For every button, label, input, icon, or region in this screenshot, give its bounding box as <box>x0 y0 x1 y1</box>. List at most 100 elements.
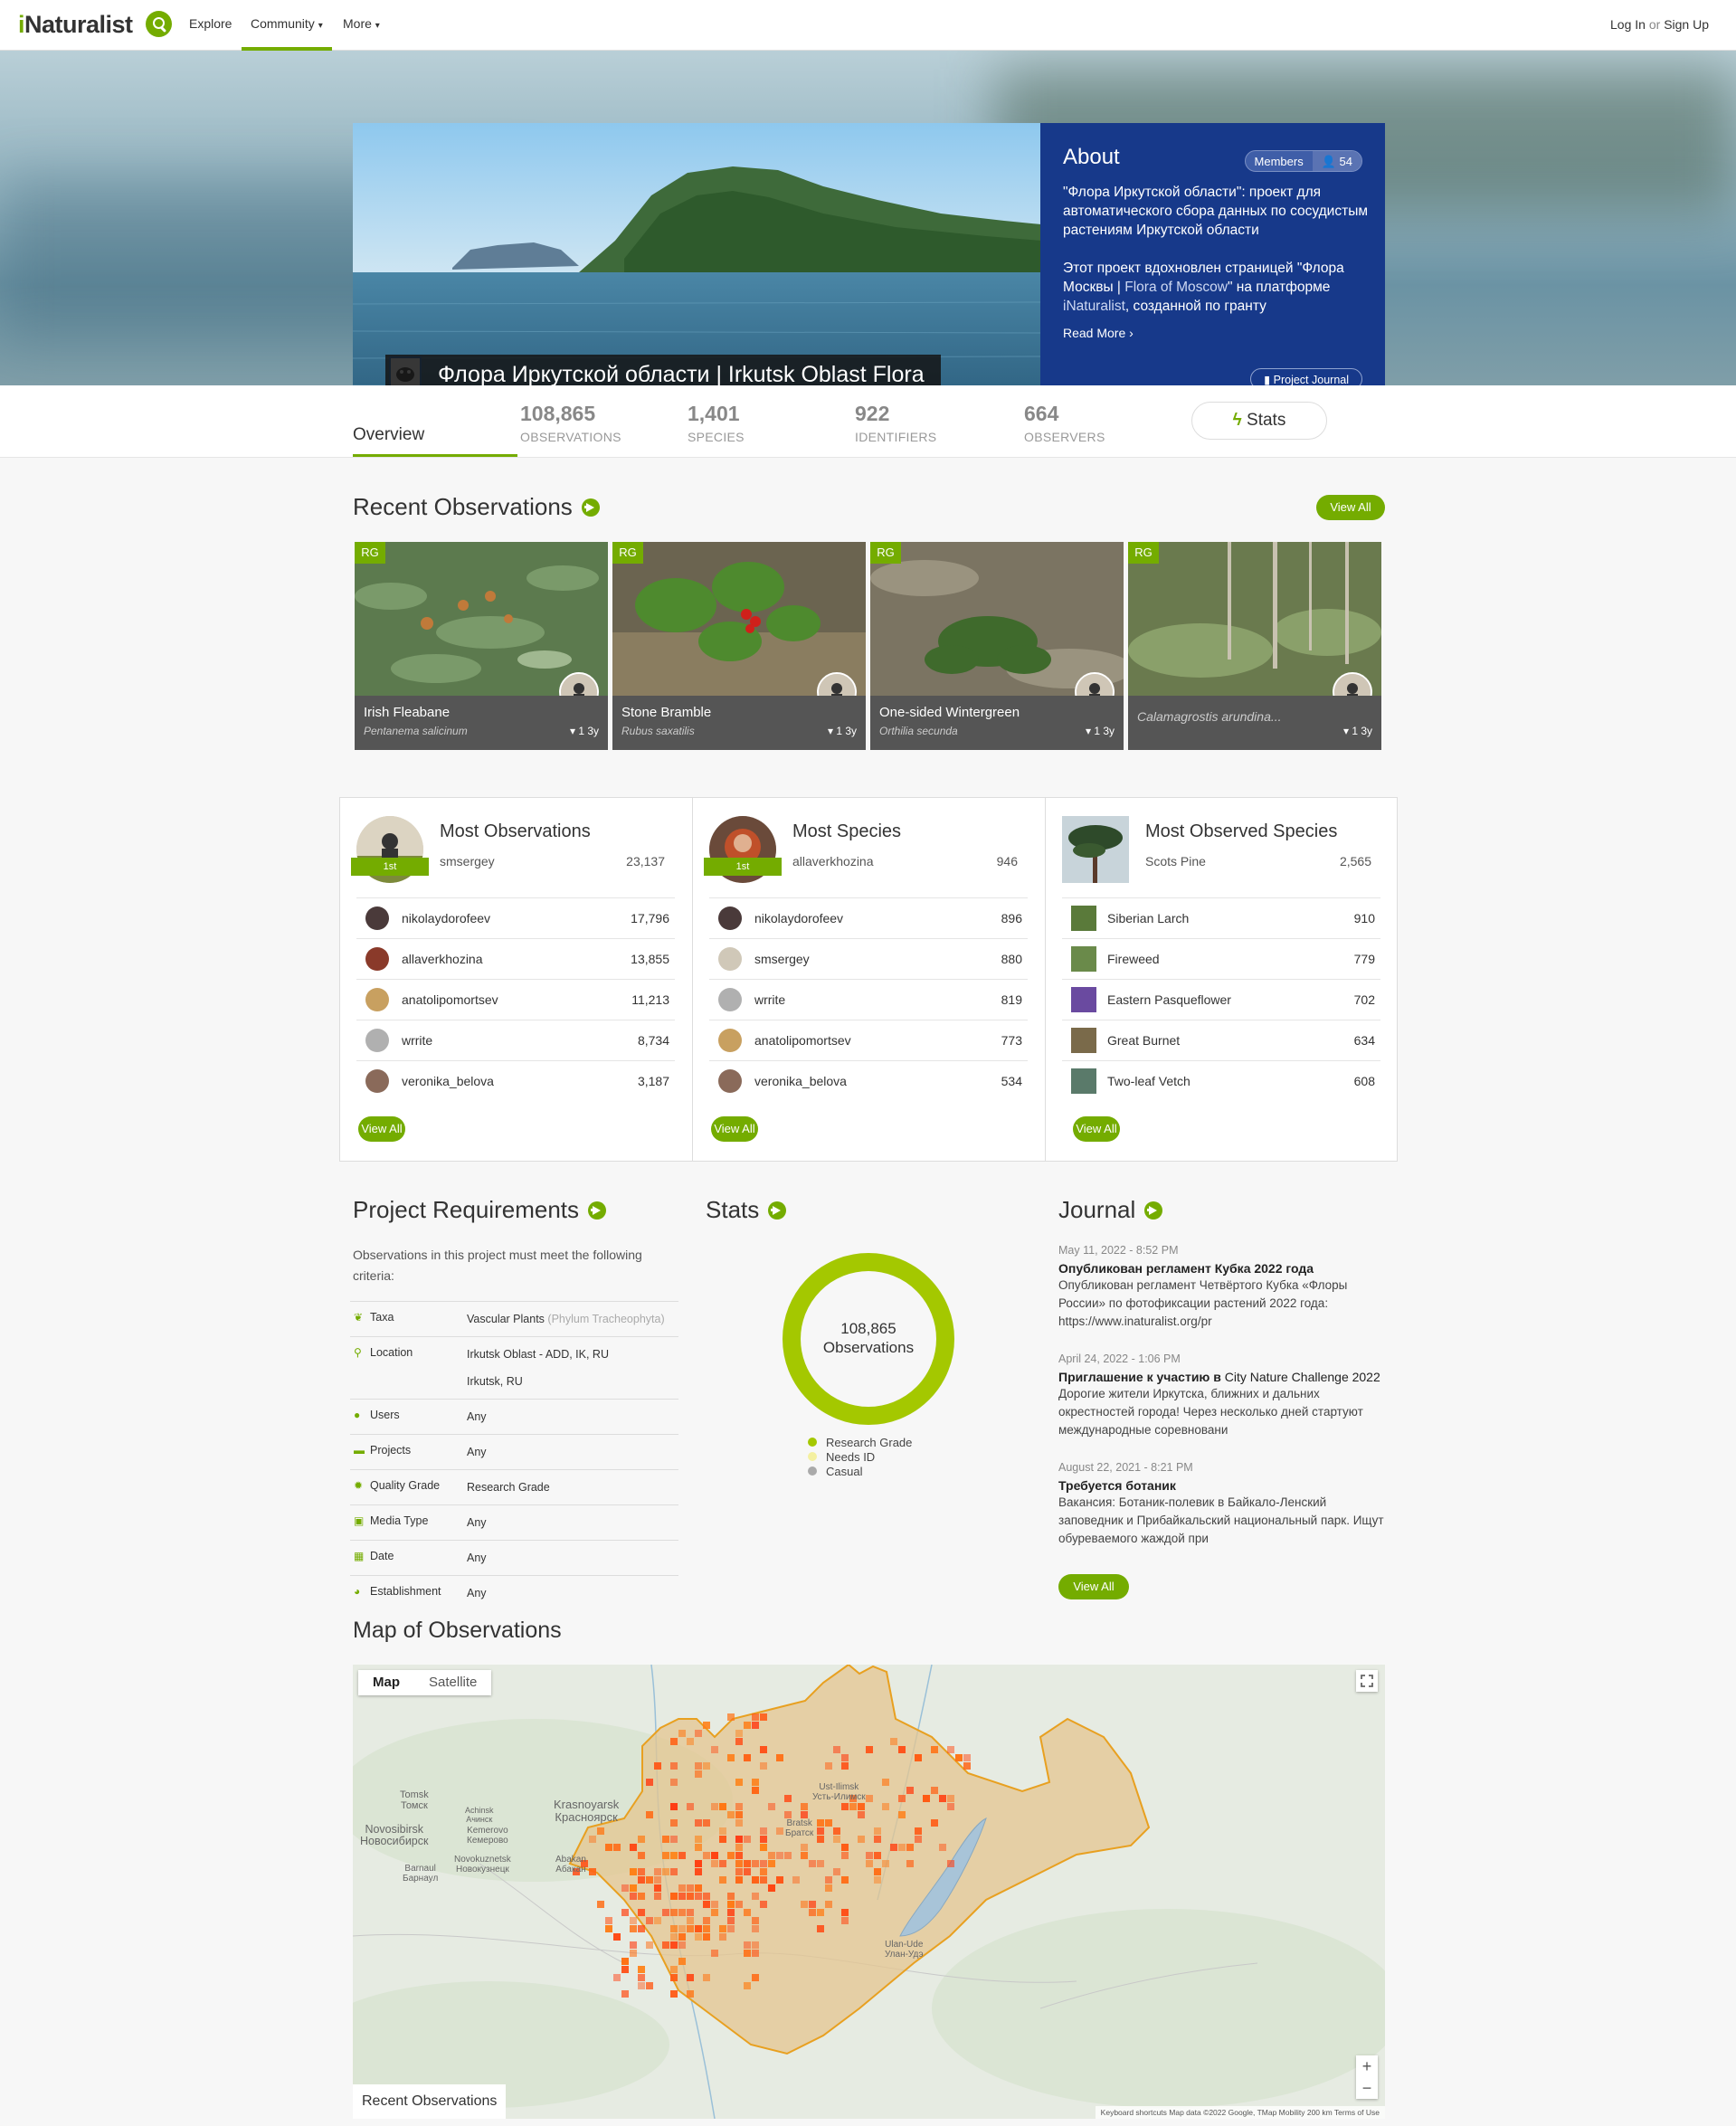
observation-grid-cell[interactable] <box>638 1836 645 1843</box>
nav-explore[interactable]: Explore <box>189 16 232 31</box>
observation-grid-cell[interactable] <box>638 1893 645 1900</box>
flora-moscow-link[interactable]: Flora of Moscow <box>1124 280 1228 295</box>
observation-grid-cell[interactable] <box>646 1876 653 1884</box>
observation-grid-cell[interactable] <box>621 1909 629 1916</box>
observation-grid-cell[interactable] <box>760 1746 767 1753</box>
observation-grid-cell[interactable] <box>727 1909 735 1916</box>
zoom-out-button[interactable]: − <box>1356 2077 1378 2099</box>
observation-grid-cell[interactable] <box>670 1966 678 1973</box>
requirement-value[interactable]: Irkutsk Oblast - ADD, IK, RU <box>467 1346 678 1362</box>
observation-grid-cell[interactable] <box>613 1933 621 1941</box>
observation-grid-cell[interactable] <box>833 1827 840 1835</box>
observation-grid-cell[interactable] <box>858 1836 865 1843</box>
observation-grid-cell[interactable] <box>711 1860 718 1867</box>
observation-grid-cell[interactable] <box>890 1738 897 1745</box>
observation-grid-cell[interactable] <box>638 1868 645 1875</box>
observation-grid-cell[interactable] <box>768 1803 775 1810</box>
observation-grid-cell[interactable] <box>874 1852 881 1859</box>
observation-grid-cell[interactable] <box>662 1868 669 1875</box>
observation-grid-cell[interactable] <box>801 1844 808 1851</box>
observation-grid-cell[interactable] <box>947 1860 954 1867</box>
observation-grid-cell[interactable] <box>760 1860 767 1867</box>
leader-name[interactable]: smsergey <box>440 854 495 868</box>
observation-grid-cell[interactable] <box>752 1713 759 1721</box>
inaturalist-link[interactable]: iNaturalist <box>1063 299 1125 314</box>
observation-grid-cell[interactable] <box>898 1746 906 1753</box>
observation-grid-cell[interactable] <box>678 1884 686 1892</box>
stats-button[interactable]: ϟ Stats <box>1191 402 1327 440</box>
observation-grid-cell[interactable] <box>931 1787 938 1794</box>
observation-grid-cell[interactable] <box>735 1730 743 1737</box>
observation-grid-cell[interactable] <box>866 1795 873 1802</box>
board-row[interactable]: wrrite 819 <box>709 979 1028 1020</box>
observation-grid-cell[interactable] <box>752 1917 759 1924</box>
observation-grid-cell[interactable] <box>735 1738 743 1745</box>
board-row[interactable]: nikolaydorofeev 896 <box>709 897 1028 938</box>
observation-grid-cell[interactable] <box>776 1852 783 1859</box>
observation-grid-cell[interactable] <box>825 1819 832 1827</box>
journal-entry-title[interactable]: Опубликован регламент Кубка 2022 года <box>1058 1261 1384 1276</box>
observation-grid-cell[interactable] <box>670 1762 678 1770</box>
observation-grid-cell[interactable] <box>890 1844 897 1851</box>
observation-grid-cell[interactable] <box>784 1852 792 1859</box>
observation-grid-cell[interactable] <box>589 1836 596 1843</box>
observation-grid-cell[interactable] <box>809 1860 816 1867</box>
observation-grid-cell[interactable] <box>638 1852 645 1859</box>
signup-link[interactable]: Sign Up <box>1664 17 1709 32</box>
observation-grid-cell[interactable] <box>898 1811 906 1818</box>
observation-grid-cell[interactable] <box>744 1982 751 1989</box>
observation-grid-cell[interactable] <box>719 1933 726 1941</box>
observation-grid-cell[interactable] <box>678 1909 686 1916</box>
observation-grid-cell[interactable] <box>646 1779 653 1786</box>
board-row[interactable]: veronika_belova 534 <box>709 1060 1028 1101</box>
board-row[interactable]: nikolaydorofeev 17,796 <box>356 897 675 938</box>
observation-grid-cell[interactable] <box>662 1836 669 1843</box>
map-tab-map[interactable]: Map <box>358 1670 414 1695</box>
observation-grid-cell[interactable] <box>638 1974 645 1981</box>
observation-grid-cell[interactable] <box>711 1950 718 1957</box>
observation-grid-cell[interactable] <box>735 1844 743 1851</box>
observation-grid-cell[interactable] <box>931 1746 938 1753</box>
observation-grid-cell[interactable] <box>776 1876 783 1884</box>
observation-grid-cell[interactable] <box>670 1852 678 1859</box>
observation-grid-cell[interactable] <box>621 1958 629 1965</box>
observation-grid-cell[interactable] <box>801 1803 808 1810</box>
leader-species-photo[interactable] <box>1062 816 1129 883</box>
observation-grid-cell[interactable] <box>882 1860 889 1867</box>
observation-grid-cell[interactable] <box>752 1893 759 1900</box>
requirement-value[interactable]: Vascular Plants <box>467 1313 545 1325</box>
observation-grid-cell[interactable] <box>630 1893 637 1900</box>
observation-grid-cell[interactable] <box>719 1803 726 1810</box>
observation-grid-cell[interactable] <box>630 1917 637 1924</box>
observation-grid-cell[interactable] <box>947 1746 954 1753</box>
observation-grid-cell[interactable] <box>898 1795 906 1802</box>
observation-grid-cell[interactable] <box>630 1868 637 1875</box>
observation-grid-cell[interactable] <box>809 1901 816 1908</box>
observation-grid-cell[interactable] <box>695 1836 702 1843</box>
observation-grid-cell[interactable] <box>744 1836 751 1843</box>
board-row[interactable]: Two-leaf Vetch 608 <box>1062 1060 1380 1101</box>
observation-grid-cell[interactable] <box>817 1860 824 1867</box>
observation-grid-cell[interactable] <box>703 1974 710 1981</box>
observation-grid-cell[interactable] <box>654 1917 661 1924</box>
recent-view-all-button[interactable]: View All <box>1316 495 1385 520</box>
observation-grid-cell[interactable] <box>841 1844 849 1851</box>
observation-grid-cell[interactable] <box>654 1893 661 1900</box>
observation-grid-cell[interactable] <box>605 1844 612 1851</box>
inaturalist-logo[interactable]: iNaturalist <box>18 11 133 39</box>
members-badge[interactable]: Members 👤 54 <box>1244 150 1362 172</box>
most-species-view-all[interactable]: View All <box>711 1116 758 1142</box>
project-requirements-heading[interactable]: Project Requirements <box>353 1196 606 1224</box>
observation-grid-cell[interactable] <box>670 1933 678 1941</box>
observation-grid-cell[interactable] <box>727 1925 735 1932</box>
observation-grid-cell[interactable] <box>939 1844 946 1851</box>
observation-grid-cell[interactable] <box>654 1762 661 1770</box>
observation-grid-cell[interactable] <box>760 1901 767 1908</box>
observation-grid-cell[interactable] <box>678 1925 686 1932</box>
project-journal-button[interactable]: ▮ Project Journal <box>1250 368 1362 385</box>
observation-grid-cell[interactable] <box>915 1827 922 1835</box>
observation-grid-cell[interactable] <box>695 1925 702 1932</box>
journal-entry-title[interactable]: Требуется ботаник <box>1058 1478 1384 1493</box>
board-row[interactable]: wrrite 8,734 <box>356 1020 675 1060</box>
observation-grid-cell[interactable] <box>703 1933 710 1941</box>
